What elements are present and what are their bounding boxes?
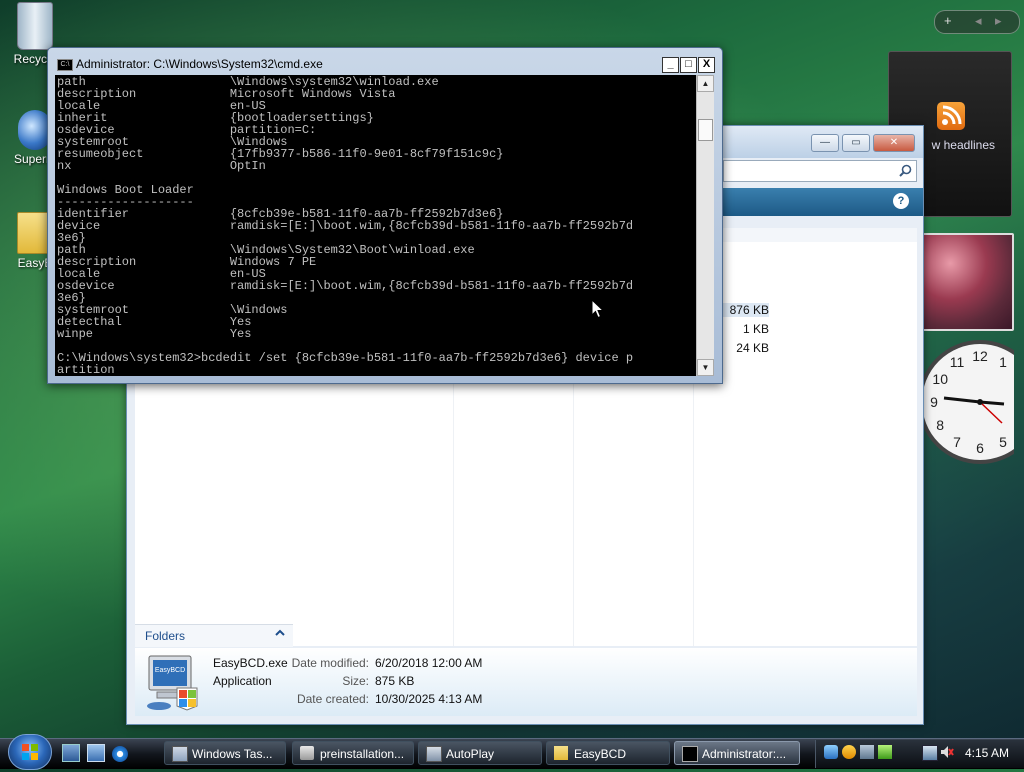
taskbar-item-label: Windows Tas... (192, 747, 273, 761)
taskbar-item-autoplay[interactable]: AutoPlay (418, 741, 542, 765)
taskbar-item-administrator-cmd[interactable]: Administrator:... (674, 741, 800, 765)
details-size-label: Size: (342, 674, 369, 688)
svg-text:EasyBCD: EasyBCD (155, 667, 185, 674)
explorer-minimize-button[interactable]: — (811, 134, 839, 152)
clock-face-icon: 121234567891011 (918, 340, 1024, 464)
chevron-up-icon (275, 627, 285, 641)
internet-explorer-icon[interactable] (112, 746, 128, 762)
cmd-minimize-button[interactable]: _ (662, 57, 679, 73)
clock-numeral: 9 (930, 394, 938, 410)
cmd-vertical-scrollbar[interactable]: ▲ ▼ (696, 75, 714, 376)
clock-numeral: 7 (953, 434, 961, 450)
details-pane: EasyBCD EasyBCD.exe Application Date mod… (135, 648, 917, 716)
slideshow-gadget[interactable] (922, 233, 1014, 331)
easybcd-app-icon: EasyBCD (143, 652, 203, 712)
explorer-search-input[interactable] (723, 160, 917, 182)
clock-numeral: 1 (999, 354, 1007, 370)
taskbar-item-label: preinstallation... (320, 747, 405, 761)
mouse-pointer-icon (591, 299, 605, 319)
volume-muted-icon[interactable] (940, 745, 954, 759)
clock-numeral: 10 (932, 371, 948, 387)
clock-numeral: 8 (936, 417, 944, 433)
cmd-window-title: Administrator: C:\Windows\System32\cmd.e… (76, 57, 323, 71)
taskbar-item-label: AutoPlay (446, 747, 495, 761)
taskbar-clock[interactable]: 4:15 AM (965, 746, 1009, 760)
search-icon (899, 164, 912, 177)
folders-label: Folders (145, 629, 186, 643)
clock-gadget[interactable]: 121234567891011 (918, 340, 1024, 464)
security-shield-icon[interactable] (842, 745, 856, 759)
clock-numeral: 5 (999, 434, 1007, 450)
details-created-label: Date created: (296, 692, 369, 706)
network-icon[interactable] (922, 745, 938, 761)
network-sync-icon[interactable] (824, 745, 838, 759)
taskbar-item-task-manager[interactable]: Windows Tas... (164, 741, 286, 765)
details-modified-label: Date modified: (291, 656, 369, 670)
start-button[interactable] (8, 734, 52, 770)
cmd-console-output[interactable]: path \Windows\system32\winload.exe descr… (55, 75, 696, 376)
rss-feed-icon (937, 102, 965, 130)
quick-launch (62, 744, 135, 765)
switch-windows-icon[interactable] (87, 744, 105, 762)
cmd-close-button[interactable]: X (698, 57, 715, 73)
details-modified-value: 6/20/2018 12:00 AM (375, 656, 483, 670)
details-size-value: 875 KB (375, 674, 415, 688)
drive-icon (300, 746, 314, 760)
autoplay-icon (426, 746, 442, 762)
sidebar-add-button[interactable]: + (944, 13, 952, 28)
cmd-maximize-button[interactable]: □ (680, 57, 697, 73)
recycle-bin-icon (17, 2, 53, 50)
cmd-window[interactable]: C:\ Administrator: C:\Windows\System32\c… (47, 47, 723, 384)
scroll-up-arrow-icon[interactable]: ▲ (697, 75, 714, 92)
cmd-icon (682, 746, 698, 762)
hardware-icon[interactable] (860, 745, 874, 759)
battery-icon[interactable] (878, 745, 892, 759)
scrollbar-thumb[interactable] (698, 119, 713, 141)
folders-toggle[interactable]: Folders (135, 624, 293, 647)
clock-numeral: 11 (950, 354, 965, 370)
sidebar-prev-button[interactable]: ◂ (975, 13, 982, 29)
taskbar-item-easybcd[interactable]: EasyBCD (546, 741, 670, 765)
sidebar-next-button[interactable]: ▸ (995, 13, 1002, 29)
taskbar-item-label: EasyBCD (574, 747, 627, 761)
cmd-title-bar[interactable]: C:\ Administrator: C:\Windows\System32\c… (48, 48, 722, 76)
show-desktop-icon[interactable] (62, 744, 80, 762)
clock-numeral: 12 (972, 348, 988, 364)
sidebar-controls: + ◂ ▸ (934, 10, 1020, 34)
details-created-value: 10/30/2025 4:13 AM (375, 692, 483, 706)
explorer-close-button[interactable]: ✕ (873, 134, 915, 152)
clock-numeral: 6 (976, 440, 984, 456)
console-text: path \Windows\system32\winload.exe descr… (57, 75, 634, 376)
help-icon[interactable]: ? (893, 193, 909, 209)
folder-icon (554, 746, 568, 760)
windows-logo-icon (22, 744, 38, 760)
notification-area: 4:15 AM (815, 740, 1024, 768)
taskbar-item-preinstallation[interactable]: preinstallation... (292, 741, 414, 765)
task-manager-icon (172, 746, 188, 762)
cmd-app-icon: C:\ (57, 59, 73, 71)
explorer-maximize-button[interactable]: ▭ (842, 134, 870, 152)
taskbar-item-label: Administrator:... (702, 747, 787, 761)
scroll-down-arrow-icon[interactable]: ▼ (697, 359, 714, 376)
